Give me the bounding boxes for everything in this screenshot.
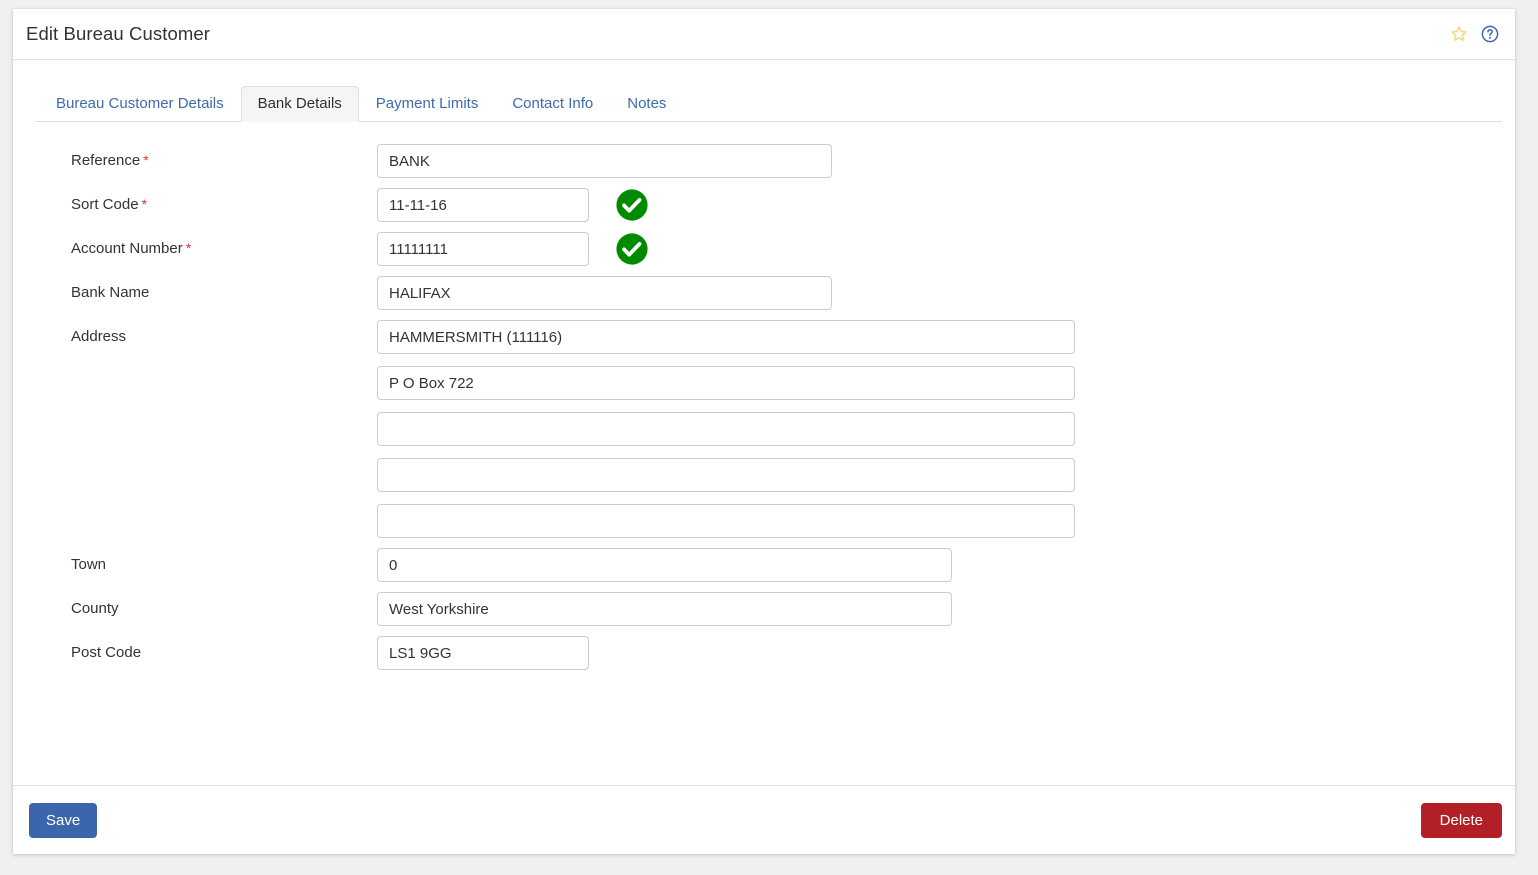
bank-name-label: Bank Name <box>71 284 150 301</box>
address-field-col <box>377 320 1515 538</box>
required-marker: * <box>141 196 147 212</box>
card-header: Edit Bureau Customer <box>13 9 1515 60</box>
reference-label-text: Reference <box>71 152 141 169</box>
form-row-town: Town <box>13 548 1515 582</box>
valid-check-icon <box>616 233 648 265</box>
edit-bureau-customer-card: Edit Bureau Customer Bureau Customer Det… <box>13 9 1515 854</box>
town-label: Town <box>71 556 107 573</box>
reference-field-col <box>377 144 1515 178</box>
reference-label: Reference * <box>13 144 377 169</box>
address-line-4-input[interactable] <box>377 458 1075 492</box>
bank-name-input[interactable] <box>377 276 832 310</box>
sort-code-label: Sort Code * <box>13 188 377 213</box>
card-footer: Save Delete <box>13 785 1515 854</box>
sort-code-field-col <box>377 188 1515 222</box>
county-field-col <box>377 592 1515 626</box>
town-input[interactable] <box>377 548 952 582</box>
tab-contact-info[interactable]: Contact Info <box>495 86 610 122</box>
tab-bureau-customer-details[interactable]: Bureau Customer Details <box>39 86 241 122</box>
app-root: Edit Bureau Customer Bureau Customer Det… <box>0 0 1538 875</box>
header-icon-group <box>1447 22 1502 46</box>
address-label: Address <box>71 328 127 345</box>
form-row-reference: Reference * <box>13 144 1515 178</box>
form-row-sort-code: Sort Code * <box>13 188 1515 222</box>
post-code-input[interactable] <box>377 636 589 670</box>
required-marker: * <box>143 152 149 168</box>
account-number-validation <box>615 232 649 266</box>
bank-details-panel: Reference* Sort Code* <box>13 122 1515 785</box>
reference-input[interactable] <box>377 144 832 178</box>
sort-code-label-text: Sort Code <box>71 196 139 213</box>
account-number-label-text: Account Number <box>71 240 183 257</box>
star-icon[interactable] <box>1447 22 1471 46</box>
help-circle-icon[interactable] <box>1478 22 1502 46</box>
address-line-2-input[interactable] <box>377 366 1075 400</box>
bank-details-form: Reference* Sort Code* <box>13 144 1515 680</box>
address-line-5-input[interactable] <box>377 504 1075 538</box>
form-row-account-number: Account Number * <box>13 232 1515 266</box>
required-marker: * <box>185 240 192 256</box>
bank-name-field-col <box>377 276 1515 310</box>
sort-code-input[interactable] <box>377 188 589 222</box>
account-number-field-col <box>377 232 1515 266</box>
form-row-county: County <box>13 592 1515 626</box>
valid-check-icon <box>616 189 648 221</box>
address-line-1-input[interactable] <box>377 320 1075 354</box>
tab-bar: Bureau Customer Details Bank Details Pay… <box>35 86 1502 122</box>
address-line-stack <box>377 320 1075 538</box>
page-title: Edit Bureau Customer <box>26 23 211 44</box>
delete-button[interactable]: Delete <box>1420 802 1502 838</box>
tab-notes[interactable]: Notes <box>610 86 683 122</box>
tab-bar-wrapper: Bureau Customer Details Bank Details Pay… <box>13 60 1515 122</box>
post-code-label: Post Code <box>71 644 142 661</box>
form-row-post-code: Post Code <box>13 636 1515 670</box>
county-label: County <box>71 600 119 617</box>
sort-code-validation <box>615 188 649 222</box>
form-row-address: Address <box>13 320 1515 538</box>
post-code-field-col <box>377 636 1515 670</box>
tab-payment-limits[interactable]: Payment Limits <box>359 86 496 122</box>
form-row-bank-name: Bank Name <box>13 276 1515 310</box>
account-number-input[interactable] <box>377 232 589 266</box>
save-button[interactable]: Save <box>29 802 98 838</box>
address-line-3-input[interactable] <box>377 412 1075 446</box>
account-number-label: Account Number * <box>13 232 377 257</box>
tab-bank-details[interactable]: Bank Details <box>240 86 359 122</box>
town-field-col <box>377 548 1515 582</box>
county-input[interactable] <box>377 592 952 626</box>
